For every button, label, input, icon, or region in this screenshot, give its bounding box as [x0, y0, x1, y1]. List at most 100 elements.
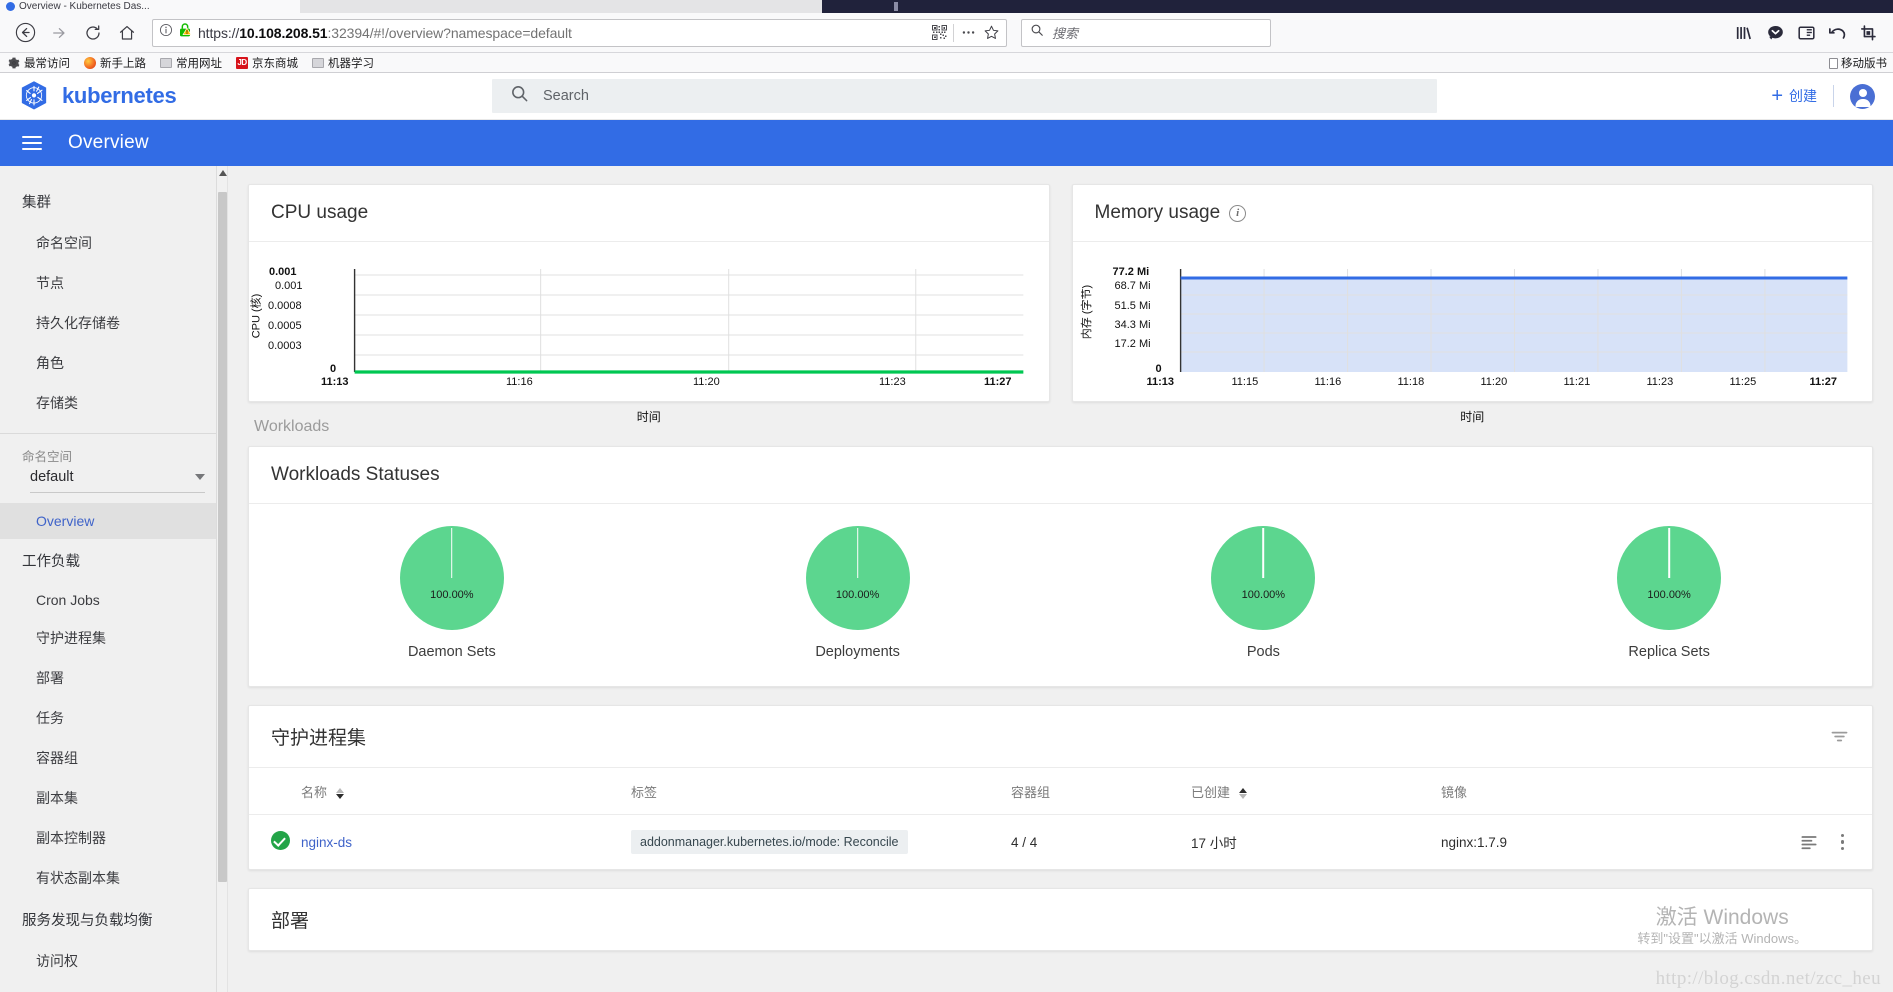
column-labels[interactable]: 标签 [631, 768, 1011, 815]
pie-percentage: 100.00% [1241, 589, 1286, 601]
bookmark-item-jd[interactable]: JD 京东商城 [236, 55, 298, 71]
app-header: kubernetes Search + 创建 [0, 73, 1893, 120]
row-menu-icon[interactable] [1840, 833, 1844, 851]
pie-chart-deployments[interactable]: 100.00% [805, 526, 910, 630]
column-name[interactable]: 名称 [301, 768, 631, 815]
sidebar-item-persistent-volumes[interactable]: 持久化存储卷 [0, 303, 227, 343]
browser-tab[interactable]: Overview - Kubernetes Das... [0, 0, 300, 13]
pie-cell-deployments: 100.00% Deployments [655, 526, 1061, 660]
column-pods[interactable]: 容器组 [1011, 768, 1191, 815]
menu-toggle-icon[interactable] [22, 132, 42, 154]
library-icon[interactable] [1736, 25, 1753, 41]
pie-needle [1668, 528, 1670, 578]
column-actions [1732, 768, 1872, 815]
scrollbar-thumb[interactable] [218, 192, 227, 882]
pie-chart-replica-sets[interactable]: 100.00% [1617, 526, 1722, 630]
screenshot-crop-icon[interactable] [1860, 24, 1877, 41]
browser-search-placeholder: 搜索 [1052, 26, 1079, 41]
sort-icon[interactable] [1238, 787, 1247, 800]
jd-icon: JD [236, 56, 248, 69]
sidebar-item-daemon-sets[interactable]: 守护进程集 [0, 618, 227, 658]
pie-label: Daemon Sets [407, 644, 496, 660]
blog-url-watermark: http://blog.csdn.net/zcc_heu [1655, 968, 1881, 989]
deployments-card-header: 部署 [249, 889, 1872, 950]
column-created[interactable]: 已创建 [1191, 768, 1441, 815]
sidebar-section-discovery: 服务发现与负载均衡 [22, 913, 153, 929]
forward-button[interactable] [44, 18, 74, 48]
reload-button[interactable] [78, 18, 108, 48]
scroll-up-arrow-icon[interactable] [218, 170, 227, 176]
statuses-card-title-row: Workloads Statuses [249, 447, 1872, 504]
sidebar-item-namespaces[interactable]: 命名空间 [0, 223, 227, 263]
qr-code-icon[interactable] [932, 25, 947, 40]
memory-ytick-5: 0 [1155, 363, 1162, 375]
back-button[interactable] [10, 18, 40, 48]
memory-ytick-3: 34.3 Mi [1114, 319, 1151, 331]
cpu-ytick-2: 0.0008 [268, 300, 302, 312]
sidebar-item-storage-classes[interactable]: 存储类 [0, 383, 227, 423]
row-name-cell: nginx-ds [301, 815, 631, 870]
tab-title: Overview - Kubernetes Das... [19, 1, 150, 12]
sidebar-item-stateful-sets[interactable]: 有状态副本集 [0, 858, 227, 898]
pie-cell-replica-sets: 100.00% Replica Sets [1466, 526, 1872, 660]
sync-undo-icon[interactable] [1829, 25, 1846, 41]
app-search-input[interactable]: Search [492, 79, 1437, 113]
reader-view-icon[interactable] [1798, 25, 1815, 41]
identity-box[interactable] [159, 22, 192, 43]
logs-icon[interactable] [1799, 832, 1819, 852]
sidebar-item-pods[interactable]: 容器组 [0, 738, 227, 778]
brand[interactable]: kubernetes [18, 80, 492, 112]
memory-usage-card: Memory usage i 内存 (字节) 77.2 Mi 68.7 Mi 5… [1071, 184, 1873, 424]
pie-chart-daemon-sets[interactable]: 100.00% [399, 526, 504, 630]
browser-tabstrip: Overview - Kubernetes Das... [0, 0, 1893, 13]
browser-tool-icons [1736, 24, 1883, 41]
browser-search-bar[interactable]: 搜索 [1021, 18, 1271, 47]
sidebar-scrollbar[interactable] [216, 166, 227, 992]
memory-ytick-4: 17.2 Mi [1114, 338, 1151, 350]
sidebar-item-ingresses[interactable]: 访问权 [0, 941, 227, 981]
memory-xtick-1: 11:15 [1231, 376, 1259, 388]
row-image-cell: nginx:1.7.9 [1441, 834, 1508, 850]
bookmark-item-most-visited[interactable]: 最常访问 [8, 55, 70, 71]
sidebar-item-replica-sets[interactable]: 副本集 [0, 778, 227, 818]
bookmark-star-icon[interactable] [983, 24, 1000, 41]
sidebar-item-overview[interactable]: Overview [0, 503, 227, 539]
url-bar[interactable]: https://10.108.208.51:32394/#!/overview?… [152, 18, 1007, 47]
page-titlebar: Overview [0, 120, 1893, 166]
user-avatar-icon[interactable] [1850, 83, 1875, 109]
cpu-xtick-3: 11:23 [879, 376, 906, 388]
pocket-icon[interactable] [1767, 25, 1784, 41]
cpu-xtick-0: 11:13 [321, 376, 349, 388]
table-row[interactable]: nginx-ds addonmanager.kubernetes.io/mode… [249, 815, 1872, 870]
bookmarks-overflow[interactable]: 移动版书 [1829, 53, 1887, 73]
label-chip[interactable]: addonmanager.kubernetes.io/mode: Reconci… [631, 830, 908, 854]
info-icon[interactable]: i [1229, 204, 1247, 222]
daemonset-name-link[interactable]: nginx-ds [301, 835, 352, 850]
url-text[interactable]: https://10.108.208.51:32394/#!/overview?… [198, 25, 926, 41]
cpu-xtick-1: 11:16 [506, 376, 533, 388]
pie-chart-pods[interactable]: 100.00% [1211, 526, 1316, 630]
table-header-row: 名称 标签 容器组 已创建 镜像 [249, 768, 1872, 815]
url-host: 10.108.208.51 [239, 24, 328, 41]
memory-chart-svg [1179, 269, 1847, 372]
sidebar-item-jobs[interactable]: 任务 [0, 698, 227, 738]
home-button[interactable] [112, 18, 142, 48]
sidebar-item-deployments[interactable]: 部署 [0, 658, 227, 698]
sort-icon[interactable] [335, 787, 344, 800]
sidebar-item-services[interactable]: 服务 [0, 981, 227, 992]
bookmark-item-getting-started[interactable]: 新手上路 [84, 55, 146, 71]
create-button[interactable]: + 创建 [1771, 86, 1817, 106]
bookmark-item-common-sites[interactable]: 常用网址 [160, 55, 222, 71]
sidebar-item-cron-jobs[interactable]: Cron Jobs [0, 582, 227, 618]
sidebar-item-roles[interactable]: 角色 [0, 343, 227, 383]
folder-icon [160, 57, 172, 69]
url-path: :32394/#!/overview?namespace=default [327, 24, 572, 41]
sidebar-item-replication-controllers[interactable]: 副本控制器 [0, 818, 227, 858]
tabstrip-filler [822, 0, 1893, 13]
filter-icon[interactable] [1829, 726, 1850, 747]
namespace-select[interactable]: default [30, 469, 205, 493]
page-actions-icon[interactable] [960, 24, 977, 41]
bookmark-item-machine-learning[interactable]: 机器学习 [312, 55, 374, 71]
column-images[interactable]: 镜像 [1441, 768, 1732, 815]
sidebar-item-nodes[interactable]: 节点 [0, 263, 227, 303]
